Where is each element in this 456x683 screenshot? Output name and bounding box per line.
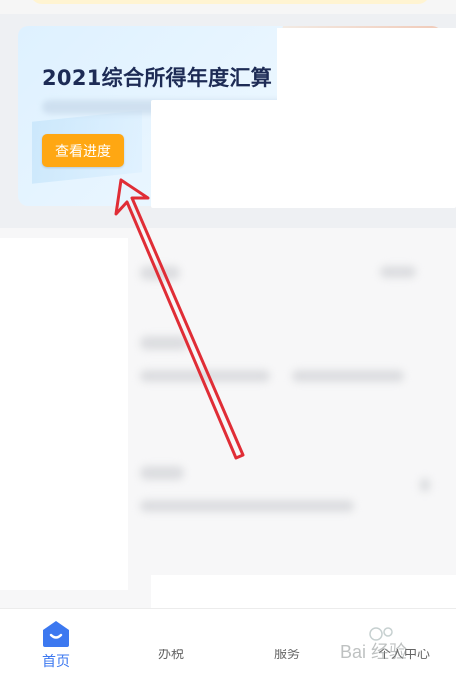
- top-banner-edge: [30, 0, 430, 4]
- home-icon: [43, 621, 69, 647]
- card-title: 2021综合所得年度汇算: [42, 66, 273, 90]
- nav-label-home: 首页: [42, 654, 70, 670]
- blurred-text: [292, 370, 404, 382]
- redaction-mask: [151, 100, 456, 208]
- nav-item-tax[interactable]: 办税: [158, 649, 184, 665]
- nav-item-home[interactable]: 首页: [28, 609, 84, 683]
- blurred-text: [140, 500, 354, 512]
- blurred-text: [140, 370, 270, 382]
- redaction-mask: [0, 238, 128, 590]
- baidu-jingyan-watermark: Bai 经验: [340, 627, 407, 662]
- nav-label-service: 服务: [274, 649, 301, 662]
- blurred-text: [140, 266, 180, 280]
- nav-item-service[interactable]: 服务: [274, 649, 300, 665]
- view-progress-button[interactable]: 查看进度: [42, 134, 124, 167]
- blurred-text: [420, 478, 430, 492]
- watermark-text: Bai 经验: [340, 642, 407, 662]
- nav-label-tax: 办税: [158, 649, 185, 662]
- redaction-mask: [151, 575, 456, 608]
- blurred-text: [140, 336, 188, 350]
- blurred-text: [140, 466, 184, 480]
- blurred-text: [380, 266, 416, 278]
- redaction-mask: [277, 28, 456, 108]
